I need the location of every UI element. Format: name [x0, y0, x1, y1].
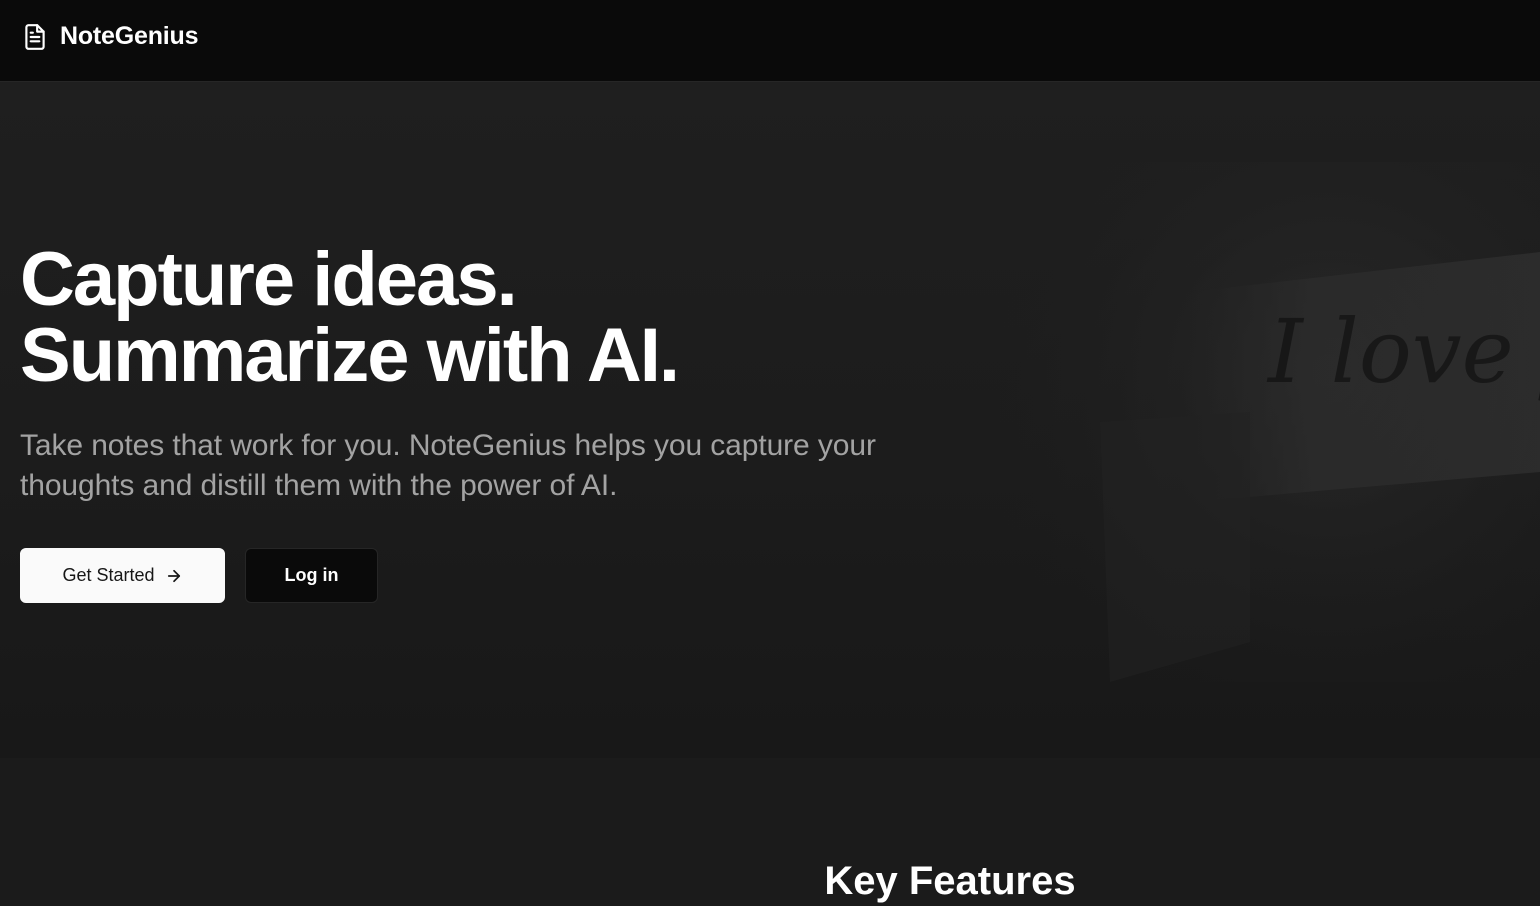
- features-title: Key Features: [824, 859, 1076, 903]
- file-text-icon: [25, 23, 45, 50]
- hero-section: I love yo Capture ideas. Summarize with …: [0, 82, 1540, 758]
- hero-actions: Get Started Log in: [20, 548, 920, 603]
- log-in-label: Log in: [284, 565, 339, 585]
- hero-subtitle: Take notes that work for you. NoteGenius…: [20, 429, 876, 502]
- brand-name: NoteGenius: [60, 22, 199, 50]
- get-started-button[interactable]: Get Started: [20, 548, 225, 603]
- top-navbar: NoteGenius: [0, 0, 1540, 82]
- arrow-right-icon: [167, 569, 180, 582]
- hero-title: Capture ideas. Summarize with AI.: [20, 242, 920, 394]
- handwriting-art-text: I love yo: [1266, 300, 1540, 403]
- log-in-button[interactable]: Log in: [245, 548, 378, 603]
- hero-content: Capture ideas. Summarize with AI. Take n…: [20, 242, 920, 603]
- get-started-label: Get Started: [62, 565, 155, 585]
- hero-title-line-1: Capture ideas.: [20, 237, 518, 322]
- hero-title-line-2: Summarize with AI.: [20, 313, 680, 398]
- brand-logo-link[interactable]: NoteGenius: [22, 22, 198, 51]
- features-section: Key Features: [0, 758, 1540, 903]
